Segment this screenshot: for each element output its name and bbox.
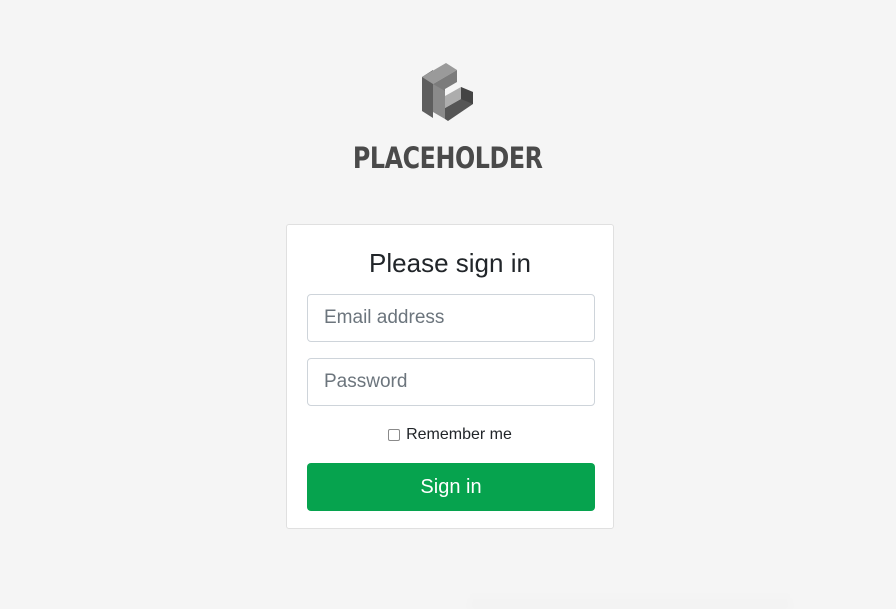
email-field[interactable] [307, 294, 595, 342]
remember-me-checkbox[interactable]: Remember me [307, 426, 593, 444]
signin-title: Please sign in [369, 248, 531, 278]
login-page: PLACEHOLDER Please sign in Remember me S… [0, 0, 896, 609]
password-field[interactable] [307, 358, 595, 406]
brand-name: PLACEHOLDER [353, 141, 543, 175]
checkbox-box[interactable] [388, 429, 401, 441]
background-shadow [470, 592, 790, 609]
sign-in-button[interactable]: Sign in [307, 463, 595, 511]
remember-me-label: Remember me [406, 426, 512, 443]
brand-logo: PLACEHOLDER [0, 62, 896, 174]
cube-c-logo-icon [422, 63, 473, 121]
signin-card: Please sign in Remember me Sign in [286, 224, 614, 529]
